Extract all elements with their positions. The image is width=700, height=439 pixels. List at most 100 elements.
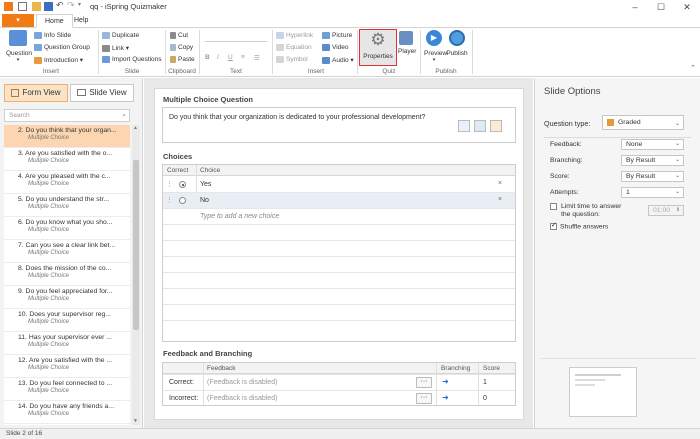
drag-handle-icon[interactable]: ⋮ xyxy=(166,180,173,188)
limit-time-checkbox[interactable]: Limit time to answer the question: xyxy=(550,203,632,219)
empty-row xyxy=(163,257,515,273)
minimize-icon[interactable]: – xyxy=(622,0,648,14)
tab-help[interactable]: Help xyxy=(66,14,96,28)
attempts-select[interactable]: 1 ⌄ xyxy=(621,187,684,198)
limit-time-check[interactable] xyxy=(550,203,557,210)
list-item[interactable]: 5. Do you understand the str... Multiple … xyxy=(4,194,130,217)
list-item[interactable]: 13. Do you feel connected to ... Multiple… xyxy=(4,378,130,401)
copy-button[interactable]: Copy xyxy=(170,44,193,51)
link-icon xyxy=(102,44,110,52)
list-item[interactable]: 11. Has your supervisor ever ... Multiple… xyxy=(4,332,130,355)
list-item[interactable]: 9. Do you feel appreciated for... Multipl… xyxy=(4,286,130,309)
paste-button[interactable]: Paste xyxy=(170,56,195,63)
cut-button[interactable]: Cut xyxy=(170,32,188,39)
graded-icon xyxy=(607,118,614,126)
table-row: Correct: (Feedback is disabled) ··· ➜ 1 xyxy=(163,374,515,390)
search-input[interactable]: Search ⌕ xyxy=(4,109,130,122)
correct-radio[interactable] xyxy=(179,197,186,204)
slide-counter: Slide 2 of 16 xyxy=(6,430,43,437)
empty-row xyxy=(163,289,515,305)
list-item[interactable]: 2. Do you think that your organ... Multip… xyxy=(4,125,130,148)
redo-icon[interactable]: ↷ xyxy=(67,0,75,11)
correct-branching-arrow-icon[interactable]: ➜ xyxy=(442,377,449,386)
picture-media-icon[interactable] xyxy=(474,120,486,132)
close-icon[interactable]: ✕ xyxy=(674,0,700,14)
group-separator xyxy=(420,30,421,74)
publish-button[interactable]: Publish xyxy=(446,30,468,57)
scrollbar-thumb[interactable] xyxy=(133,160,139,330)
group-separator xyxy=(357,30,358,74)
correct-feedback-input: (Feedback is disabled) xyxy=(207,379,278,386)
feedback-select[interactable]: None ⌄ xyxy=(621,139,684,150)
drag-handle-icon[interactable]: ⋮ xyxy=(166,196,173,204)
new-file-icon[interactable] xyxy=(18,2,27,11)
incorrect-score[interactable]: 0 xyxy=(483,395,487,402)
picture-icon xyxy=(322,32,330,39)
correct-score[interactable]: 1 xyxy=(483,379,487,386)
mcq-title: Multiple Choice Question xyxy=(163,95,254,104)
branching-select[interactable]: By Result ⌄ xyxy=(621,155,684,166)
picture-button[interactable]: Picture xyxy=(322,32,352,39)
video-button[interactable]: Video xyxy=(322,44,349,51)
question-type-select[interactable]: Graded ⌄ xyxy=(602,115,684,130)
equation-media-icon[interactable] xyxy=(458,120,470,132)
duplicate-button[interactable]: Duplicate xyxy=(102,32,139,39)
font-combo xyxy=(205,36,267,42)
open-folder-icon[interactable] xyxy=(32,2,41,11)
question-button[interactable]: Question ▾ xyxy=(6,30,32,63)
collapse-ribbon-icon[interactable]: ⌃ xyxy=(690,64,696,72)
remove-choice-icon[interactable]: × xyxy=(498,196,502,203)
group-label-text: Text xyxy=(230,68,242,75)
symbol-button: Symbol xyxy=(276,56,308,63)
player-button[interactable]: Player xyxy=(398,31,416,55)
list-item[interactable]: 10. Does your supervisor reg... Multiple … xyxy=(4,309,130,332)
table-row[interactable]: ⋮ No × xyxy=(163,193,515,209)
equation-button: Equation xyxy=(276,44,312,51)
undo-icon[interactable]: ↶ xyxy=(56,0,64,11)
slide-preview-thumbnail[interactable] xyxy=(569,367,637,417)
score-select[interactable]: By Result ⌄ xyxy=(621,171,684,182)
empty-row xyxy=(163,241,515,257)
incorrect-feedback-more-button[interactable]: ··· xyxy=(416,393,432,404)
slide-view-tab[interactable]: Slide View xyxy=(70,84,134,102)
table-row[interactable]: ⋮ Yes × xyxy=(163,177,515,193)
feedback-table: Feedback Branching Score Correct: (Feedb… xyxy=(162,362,516,406)
hyperlink-icon xyxy=(276,32,284,39)
scroll-down-icon[interactable]: ▼ xyxy=(133,418,138,424)
info-slide-button[interactable]: Info Slide xyxy=(34,32,71,39)
remove-choice-icon[interactable]: × xyxy=(498,180,502,187)
file-menu-button[interactable]: ▾ xyxy=(2,14,34,27)
properties-button[interactable]: ⚙ Properties xyxy=(359,29,397,66)
list-item[interactable]: 7. Can you see a clear link bet... Multip… xyxy=(4,240,130,263)
customize-quick-access-icon[interactable]: ▾ xyxy=(78,1,81,8)
question-group-button[interactable]: Question Group xyxy=(34,44,90,51)
new-choice-input[interactable]: Type to add a new choice xyxy=(200,213,279,220)
link-button[interactable]: Link ▾ xyxy=(102,44,129,52)
preview-button[interactable]: ▶ Preview ▾ xyxy=(424,30,447,63)
chevron-down-icon: ⌄ xyxy=(674,157,680,163)
list-item[interactable]: 12. Are you satisfied with the ... Multip… xyxy=(4,355,130,378)
audio-button[interactable]: Audio ▾ xyxy=(322,56,354,64)
maximize-icon[interactable]: ☐ xyxy=(648,0,674,14)
scroll-up-icon[interactable]: ▲ xyxy=(133,125,138,131)
list-item[interactable]: 4. Are you pleased with the c... Multiple… xyxy=(4,171,130,194)
chevron-down-icon: ⌄ xyxy=(674,141,680,147)
slide-list: 2. Do you think that your organ... Multip… xyxy=(4,125,130,425)
audio-media-icon[interactable] xyxy=(490,120,502,132)
shuffle-answers-checkbox[interactable]: Shuffle answers xyxy=(550,221,608,230)
introduction-button[interactable]: Introduction ▾ xyxy=(34,56,83,64)
shuffle-check[interactable] xyxy=(550,221,557,230)
correct-radio[interactable] xyxy=(179,181,186,188)
list-item[interactable]: 3. Are you satisfied with the o... Multip… xyxy=(4,148,130,171)
save-icon[interactable] xyxy=(44,2,53,11)
correct-feedback-more-button[interactable]: ··· xyxy=(416,377,432,388)
list-item[interactable]: 6. Do you know what you sho... Multiple C… xyxy=(4,217,130,240)
import-questions-button[interactable]: Import Questions xyxy=(102,56,162,63)
list-item[interactable]: 8. Does the mission of the co... Multiple… xyxy=(4,263,130,286)
list-item[interactable]: 14. Do you have any friends a... Multiple… xyxy=(4,401,130,424)
bold-icon: B xyxy=(205,54,210,61)
spinner-icon: ⇕ xyxy=(675,207,680,213)
incorrect-branching-arrow-icon[interactable]: ➜ xyxy=(442,393,449,402)
new-choice-row[interactable]: Type to add a new choice xyxy=(163,209,515,225)
form-view-tab[interactable]: Form View xyxy=(4,84,68,102)
